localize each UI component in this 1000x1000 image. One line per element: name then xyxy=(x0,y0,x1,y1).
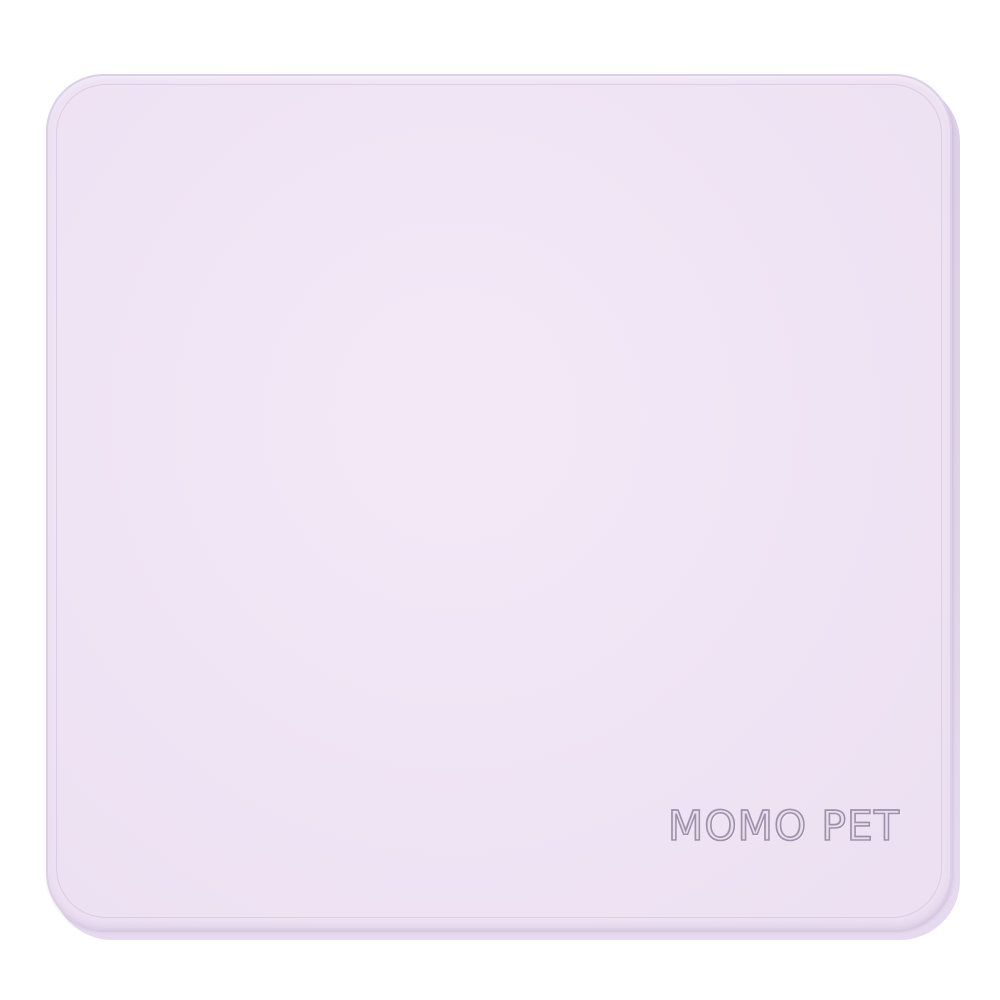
mat-bevel xyxy=(56,84,942,918)
product-image: MOMO PET xyxy=(0,0,1000,1000)
brand-logo-text: MOMO PET xyxy=(667,801,900,851)
silicone-mat: MOMO PET xyxy=(46,74,952,930)
